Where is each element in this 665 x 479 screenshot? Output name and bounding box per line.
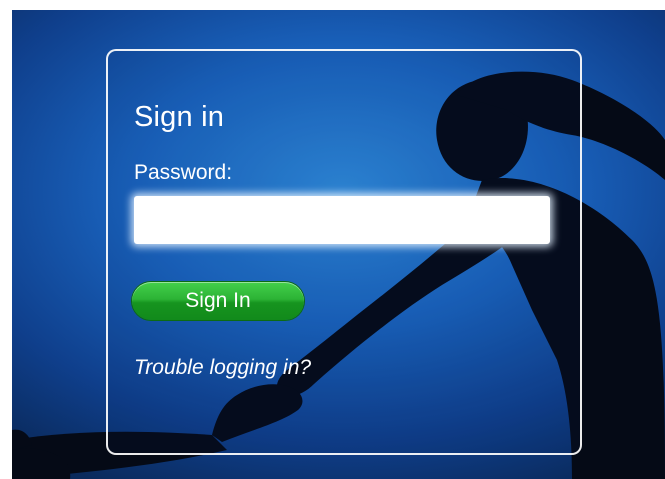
sign-in-panel: Sign in Password: Sign In Trouble loggin… (106, 49, 582, 455)
login-screen: Sign in Password: Sign In Trouble loggin… (12, 10, 665, 479)
sign-in-title: Sign in (134, 101, 225, 133)
password-input[interactable] (134, 196, 550, 244)
trouble-logging-in-link[interactable]: Trouble logging in? (134, 356, 311, 380)
password-label: Password: (134, 161, 233, 184)
sign-in-button[interactable]: Sign In (132, 282, 304, 320)
